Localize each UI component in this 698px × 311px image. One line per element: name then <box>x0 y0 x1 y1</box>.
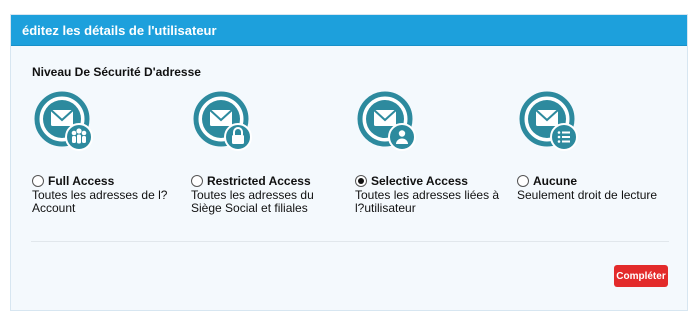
radio-button[interactable] <box>32 175 44 187</box>
dialog-title: éditez les détails de l'utilisateur <box>22 23 217 38</box>
edit-user-dialog: éditez les détails de l'utilisateur Nive… <box>10 14 688 311</box>
radio-button[interactable] <box>191 175 203 187</box>
address-security-level-title: Niveau De Sécurité D'adresse <box>32 65 201 79</box>
envelope-user-icon <box>357 91 416 151</box>
option-label: Aucune <box>533 174 578 188</box>
complete-button[interactable]: Compléter <box>614 265 668 287</box>
radio-selective-access[interactable]: Selective Access <box>355 174 468 188</box>
envelope-users-icon <box>34 91 93 151</box>
divider <box>31 241 669 242</box>
radio-aucune[interactable]: Aucune <box>517 174 577 188</box>
option-description: Toutes les adresses de l? Account <box>32 188 168 215</box>
option-description: Seulement droit de lecture <box>517 188 658 202</box>
envelope-list-icon <box>519 91 578 151</box>
dialog-header: éditez les détails de l'utilisateur <box>11 15 687 46</box>
option-description: Toutes les adresses liées à l?utilisateu… <box>355 188 500 215</box>
option-label: Full Access <box>48 174 115 188</box>
radio-button[interactable] <box>517 175 529 187</box>
envelope-lock-icon <box>193 91 252 151</box>
radio-full-access[interactable]: Full Access <box>32 174 114 188</box>
option-label: Selective Access <box>371 174 468 188</box>
radio-restricted-access[interactable]: Restricted Access <box>191 174 311 188</box>
radio-button[interactable] <box>355 175 367 187</box>
option-label: Restricted Access <box>207 174 311 188</box>
option-description: Toutes les adresses du Siège Social et f… <box>191 188 314 215</box>
